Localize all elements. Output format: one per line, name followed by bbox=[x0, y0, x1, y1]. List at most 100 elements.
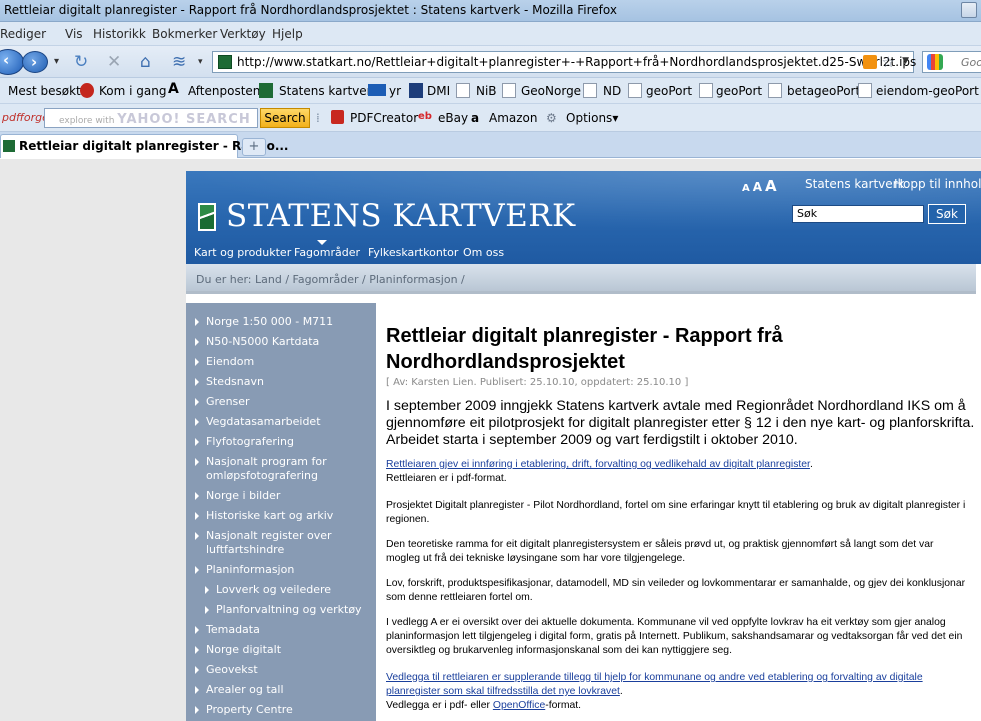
bookmark-star-icon[interactable]: ☆ bbox=[882, 53, 895, 71]
bookmark-dmi[interactable]: DMI bbox=[427, 84, 450, 98]
yahoo-search-button[interactable]: Search bbox=[260, 108, 310, 128]
bookmark-kom-i-gang[interactable]: Kom i gang bbox=[99, 84, 166, 98]
new-tab-button[interactable]: + bbox=[242, 138, 266, 156]
menu-item-vis[interactable]: Vis bbox=[65, 27, 83, 41]
bookmark-betageoport[interactable]: betageoPort bbox=[787, 84, 860, 98]
menu-item-rediger[interactable]: Rediger bbox=[0, 27, 46, 41]
ebay-link[interactable]: eBay bbox=[438, 111, 468, 125]
tab-active[interactable]: Rettleiar digitalt planregister - Rappo.… bbox=[0, 134, 289, 158]
leftnav-item[interactable]: Nasjonalt program for omløpsfotograferin… bbox=[206, 455, 327, 483]
menu-item-historikk[interactable]: Historikk bbox=[93, 27, 146, 41]
connection-icon[interactable]: ≋ bbox=[172, 52, 186, 72]
site-search-input[interactable]: Søk bbox=[792, 205, 924, 223]
back-arrow-icon: ‹ bbox=[3, 51, 10, 69]
options-menu[interactable]: Options▾ bbox=[566, 111, 618, 125]
bookmark-aftenposten[interactable]: Aftenposten bbox=[188, 84, 260, 98]
bookmark-nd[interactable]: ND bbox=[603, 84, 621, 98]
breadcrumb-bar: Du er her: Land / Fagområder / Planinfor… bbox=[186, 264, 976, 294]
url-dropdown-icon[interactable]: ▼ bbox=[902, 56, 909, 66]
menu-item-bokmerker[interactable]: Bokmerker bbox=[152, 27, 217, 41]
leftnav-item[interactable]: Vegdatasamarbeidet bbox=[206, 415, 321, 429]
leftnav-subitem[interactable]: Lovverk og veiledere bbox=[216, 583, 331, 597]
leftnav-item[interactable]: Arealer og tall bbox=[206, 683, 284, 697]
breadcrumb[interactable]: Du er her: Land / Fagområder / Planinfor… bbox=[196, 273, 465, 286]
yr-icon bbox=[368, 84, 386, 96]
url-bar[interactable]: http://www.statkart.no/Rettleiar+digital… bbox=[212, 51, 916, 73]
options-gear-icon: ⚙ bbox=[546, 111, 557, 125]
nav-kart-og-produkter[interactable]: Kart og produkter bbox=[194, 246, 291, 259]
bullet-icon bbox=[195, 686, 199, 694]
page-icon bbox=[699, 83, 713, 98]
main-navigation: Kart og produkter Fagområder Fylkeskartk… bbox=[186, 240, 981, 264]
vedlegga-link[interactable]: Vedlegga til rettleiaren er supplerande … bbox=[386, 672, 923, 697]
nav-om-oss[interactable]: Om oss bbox=[463, 246, 504, 259]
yahoo-placeholder-small: explore with bbox=[59, 116, 115, 126]
article-meta: [ Av: Karsten Lien. Publisert: 25.10.10,… bbox=[386, 377, 689, 388]
nav-fagomrader[interactable]: Fagområder bbox=[294, 246, 360, 259]
leftnav-item[interactable]: Norge 1:50 000 - M711 bbox=[206, 315, 333, 329]
leftnav-item[interactable]: Norge digitalt bbox=[206, 643, 281, 657]
site-logo[interactable]: STATENS KARTVERK bbox=[226, 198, 576, 234]
leftnav-item[interactable]: Property Centre bbox=[206, 703, 293, 717]
leftnav-item[interactable]: Geovekst bbox=[206, 663, 258, 677]
bookmark-geonorge[interactable]: GeoNorge bbox=[521, 84, 581, 98]
bookmark-geoport[interactable]: geoPort bbox=[646, 84, 692, 98]
bookmark-statens-kartverk[interactable]: Statens kartverk bbox=[279, 84, 379, 98]
leftnav-item[interactable]: Historiske kart og arkiv bbox=[206, 509, 333, 523]
amazon-link[interactable]: Amazon bbox=[489, 111, 538, 125]
rss-feed-icon[interactable] bbox=[863, 55, 877, 69]
forward-button[interactable]: › bbox=[22, 51, 48, 73]
leftnav-item[interactable]: Grenser bbox=[206, 395, 250, 409]
yahoo-search-input[interactable]: explore with YAHOO! SEARCH bbox=[44, 108, 258, 128]
rettleiar-link[interactable]: Rettleiaren gjev ei innføring i etableri… bbox=[386, 459, 810, 470]
leftnav-item[interactable]: Temadata bbox=[206, 623, 260, 637]
bookmark-geoport-2[interactable]: geoPort bbox=[716, 84, 762, 98]
history-dropdown-icon[interactable]: ▾ bbox=[54, 56, 59, 67]
navigation-toolbar: ‹ › ▾ ↻ ✕ ⌂ ≋ ▾ http://www.statkart.no/R… bbox=[0, 46, 981, 78]
leftnav-item[interactable]: Eiendom bbox=[206, 355, 254, 369]
home-icon[interactable]: ⌂ bbox=[140, 52, 151, 72]
page-icon bbox=[768, 83, 782, 98]
vedlegg-format-suffix: -format. bbox=[545, 700, 582, 711]
yahoo-placeholder-big: YAHOO! SEARCH bbox=[117, 112, 251, 127]
bookmark-mest-besokt[interactable]: Mest besøkt bbox=[8, 84, 81, 98]
tab-bar: Rettleiar digitalt planregister - Rappo.… bbox=[0, 132, 981, 158]
openoffice-link[interactable]: OpenOffice bbox=[493, 700, 545, 711]
window-titlebar: Rettleiar digitalt planregister - Rappor… bbox=[0, 0, 981, 22]
menu-item-verktoy[interactable]: Verktøy bbox=[220, 27, 266, 41]
leftnav-subitem[interactable]: Planforvaltning og verktøy bbox=[216, 603, 362, 617]
top-link-statens-kartverk[interactable]: Statens kartverk bbox=[805, 177, 905, 191]
bookmark-yr[interactable]: yr bbox=[389, 84, 401, 98]
bookmark-eiendom-geoport[interactable]: eiendom-geoPort bbox=[876, 84, 979, 98]
site-search-button[interactable]: Søk bbox=[928, 204, 966, 224]
url-text[interactable]: http://www.statkart.no/Rettleiar+digital… bbox=[237, 55, 916, 69]
stop-icon[interactable]: ✕ bbox=[107, 52, 121, 72]
browser-search-box[interactable]: Goo bbox=[922, 51, 981, 73]
left-navigation: Norge 1:50 000 - M711 N50-N5000 Kartdata… bbox=[186, 303, 376, 721]
window-title: Rettleiar digitalt planregister - Rappor… bbox=[4, 3, 617, 17]
paragraph: Lov, forskrift, produktspesifikasjonar, … bbox=[386, 578, 966, 603]
bullet-icon bbox=[195, 318, 199, 326]
google-icon[interactable] bbox=[927, 54, 943, 70]
bookmark-nib[interactable]: NiB bbox=[476, 84, 497, 98]
leftnav-item[interactable]: Flyfotografering bbox=[206, 435, 294, 449]
leftnav-item[interactable]: Norge i bilder bbox=[206, 489, 280, 503]
link2-punct: . bbox=[619, 686, 623, 697]
top-link-hopp-til-innhold[interactable]: Hopp til innhold bbox=[894, 177, 981, 191]
leftnav-item[interactable]: Stedsnavn bbox=[206, 375, 264, 389]
font-size-small[interactable]: A bbox=[742, 183, 750, 194]
leftnav-item[interactable]: N50-N5000 Kartdata bbox=[206, 335, 319, 349]
window-control-button[interactable] bbox=[961, 2, 977, 18]
connection-dropdown-icon[interactable]: ▾ bbox=[198, 57, 203, 67]
nav-fylkeskartkontor[interactable]: Fylkeskartkontor bbox=[368, 246, 458, 259]
leftnav-item[interactable]: Planinformasjon bbox=[206, 563, 294, 577]
menu-item-hjelp[interactable]: Hjelp bbox=[272, 27, 303, 41]
font-size-medium[interactable]: A bbox=[753, 180, 762, 194]
leftnav-item[interactable]: Nasjonalt register over luftfartshindre bbox=[206, 529, 332, 557]
options-label: Options bbox=[566, 111, 613, 125]
font-size-large[interactable]: A bbox=[765, 177, 777, 195]
reload-icon[interactable]: ↻ bbox=[74, 52, 88, 72]
bullet-icon bbox=[195, 358, 199, 366]
pdfcreator-link[interactable]: PDFCreator bbox=[350, 111, 418, 125]
back-button[interactable]: ‹ bbox=[0, 49, 24, 75]
